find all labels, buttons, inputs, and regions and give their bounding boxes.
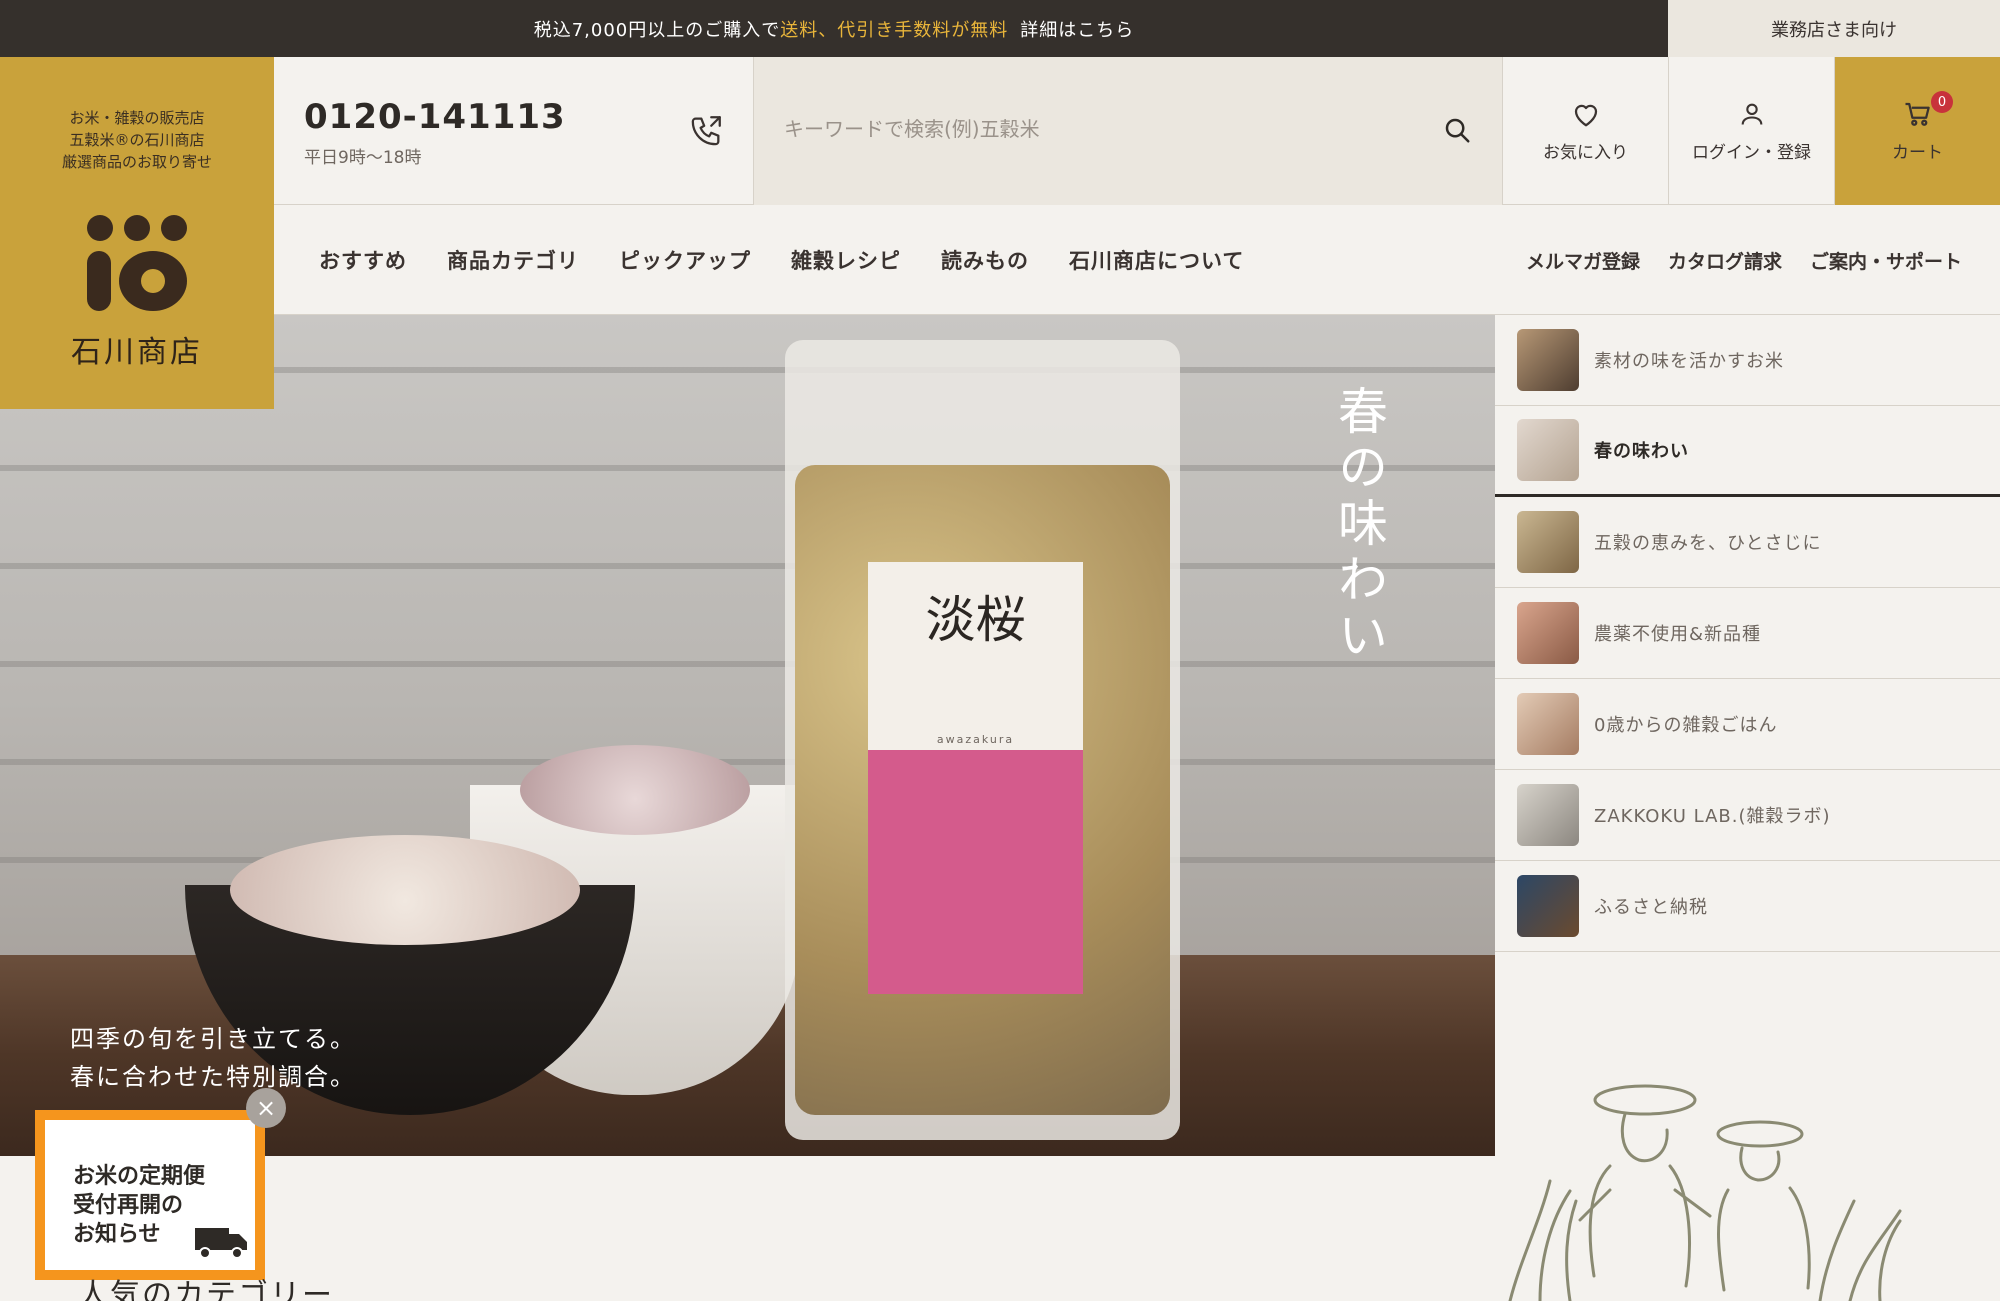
nav-item-recipes[interactable]: 雑穀レシピ bbox=[791, 245, 901, 275]
logo-tagline-line: お米・雑穀の販売店 bbox=[69, 109, 205, 127]
user-icon bbox=[1741, 103, 1762, 125]
hero-caption: 四季の旬を引き立てる。 春に合わせた特別調合。 bbox=[70, 1020, 356, 1096]
feature-label: 春の味わい bbox=[1594, 441, 1689, 462]
product-label-name: 淡桜 bbox=[925, 591, 1026, 649]
cart-count-badge: 0 bbox=[1931, 91, 1953, 113]
feature-thumbnail bbox=[1517, 875, 1579, 937]
feature-item[interactable]: ふるさと納税 bbox=[1495, 861, 2000, 952]
main-navigation: おすすめ 商品カテゴリ ピックアップ 雑穀レシピ 読みもの 石川商店について メ… bbox=[274, 205, 2000, 315]
feature-list: 素材の味を活かすお米 春の味わい 五穀の恵みを、ひとさじに 農薬不使用&新品種 … bbox=[1495, 315, 2000, 952]
nav-item-pickup[interactable]: ピックアップ bbox=[619, 245, 751, 275]
feature-item-active[interactable]: 春の味わい bbox=[1495, 406, 2000, 497]
hero-banner[interactable]: 淡桜 awazakura 春の味わい 四季の旬を引き立てる。 春に合わせた特別調… bbox=[0, 315, 1495, 1156]
login-label: ログイン・登録 bbox=[1692, 142, 1811, 163]
hero-caption-line: 四季の旬を引き立てる。 bbox=[70, 1025, 356, 1053]
hero-caption-line: 春に合わせた特別調合。 bbox=[70, 1063, 356, 1091]
feature-thumbnail bbox=[1517, 419, 1579, 481]
favorites-label: お気に入り bbox=[1543, 142, 1628, 163]
heart-icon bbox=[1574, 104, 1597, 126]
popular-categories-heading: 人気のカテゴリー bbox=[78, 1278, 334, 1301]
popup-close-button[interactable]: × bbox=[246, 1088, 286, 1128]
product-label-roman: awazakura bbox=[936, 733, 1015, 746]
phone-number[interactable]: 0120-141113 bbox=[304, 97, 566, 137]
logo-mark-icon bbox=[87, 215, 187, 311]
rice-image bbox=[230, 835, 580, 945]
phone-hours: 平日9時〜18時 bbox=[304, 148, 422, 168]
search-box bbox=[753, 57, 1503, 205]
feature-label: 五穀の恵みを、ひとさじに bbox=[1594, 533, 1822, 554]
nav-item-articles[interactable]: 読みもの bbox=[941, 245, 1029, 275]
subscription-notice-popup[interactable]: お米の定期便 受付再開の お知らせ bbox=[35, 1110, 265, 1280]
nav-item-categories[interactable]: 商品カテゴリ bbox=[447, 245, 579, 275]
feature-item[interactable]: 農薬不使用&新品種 bbox=[1495, 588, 2000, 679]
top-announcement-bar: 税込7,000円以上のご購入で 送料、代引き手数料が無料 詳細はこちら 業務店さ… bbox=[0, 0, 2000, 57]
login-button[interactable]: ログイン・登録 bbox=[1669, 57, 1835, 205]
feature-label: 農薬不使用&新品種 bbox=[1594, 624, 1762, 645]
shipping-notice-prefix: 税込7,000円以上のご購入で bbox=[533, 19, 781, 41]
popup-text-line: お米の定期便 bbox=[73, 1164, 206, 1189]
feature-label: ZAKKOKU LAB.(雑穀ラボ) bbox=[1594, 806, 1831, 827]
feature-label: 素材の味を活かすお米 bbox=[1594, 351, 1784, 372]
business-customers-link[interactable]: 業務店さま向け bbox=[1668, 0, 2000, 57]
delivery-truck-icon bbox=[195, 1228, 247, 1259]
cart-icon bbox=[1905, 102, 1930, 126]
cart-label: カート bbox=[1892, 142, 1943, 163]
feature-thumbnail bbox=[1517, 693, 1579, 755]
feature-label: 0歳からの雑穀ごはん bbox=[1594, 715, 1778, 736]
secondary-nav: メルマガ登録 カタログ請求 ご案内・サポート bbox=[1526, 205, 1962, 315]
feature-thumbnail bbox=[1517, 602, 1579, 664]
nav-item-support[interactable]: ご案内・サポート bbox=[1810, 247, 1962, 274]
farmers-illustration bbox=[1508, 1084, 1902, 1301]
search-icon[interactable] bbox=[1442, 115, 1472, 145]
nav-item-about[interactable]: 石川商店について bbox=[1069, 245, 1244, 275]
header: 0120-141113 平日9時〜18時 お気に入り ログイン・登録 0 カート bbox=[274, 57, 2000, 205]
logo-tagline-line: 厳選商品のお取り寄せ bbox=[61, 153, 212, 171]
feature-label: ふるさと納税 bbox=[1594, 897, 1708, 918]
nav-item-newsletter[interactable]: メルマガ登録 bbox=[1526, 247, 1640, 274]
cart-button[interactable]: 0 カート bbox=[1835, 57, 2000, 205]
shipping-details-link[interactable]: 詳細はこちら bbox=[1020, 16, 1134, 42]
feature-item[interactable]: 素材の味を活かすお米 bbox=[1495, 315, 2000, 406]
search-input[interactable] bbox=[784, 107, 1424, 151]
nav-item-recommended[interactable]: おすすめ bbox=[319, 245, 407, 275]
feature-item[interactable]: ZAKKOKU LAB.(雑穀ラボ) bbox=[1495, 770, 2000, 861]
rice-image bbox=[520, 745, 750, 835]
site-logo[interactable]: お米・雑穀の販売店 五穀米®の石川商店 厳選商品のお取り寄せ 石川商店 bbox=[0, 57, 274, 409]
feature-thumbnail bbox=[1517, 784, 1579, 846]
shipping-notice[interactable]: 税込7,000円以上のご購入で 送料、代引き手数料が無料 詳細はこちら bbox=[0, 0, 1668, 57]
logo-tagline-line: 五穀米®の石川商店 bbox=[69, 131, 205, 149]
phone-contact: 0120-141113 平日9時〜18時 bbox=[274, 57, 753, 205]
logo-tagline: お米・雑穀の販売店 五穀米®の石川商店 厳選商品のお取り寄せ bbox=[62, 107, 212, 173]
product-label-band bbox=[868, 750, 1083, 994]
nav-item-catalog[interactable]: カタログ請求 bbox=[1668, 247, 1782, 274]
feature-item[interactable]: 0歳からの雑穀ごはん bbox=[1495, 679, 2000, 770]
favorites-button[interactable]: お気に入り bbox=[1503, 57, 1669, 205]
primary-nav: おすすめ 商品カテゴリ ピックアップ 雑穀レシピ 読みもの 石川商店について bbox=[319, 205, 1244, 315]
logo-name: 石川商店 bbox=[71, 335, 203, 370]
popup-text-line: 受付再開の bbox=[73, 1193, 184, 1218]
phone-icon[interactable] bbox=[690, 113, 724, 147]
feature-thumbnail bbox=[1517, 329, 1579, 391]
shipping-notice-highlight: 送料、代引き手数料が無料 bbox=[780, 19, 1009, 41]
hero-title: 春の味わい bbox=[1330, 385, 1388, 665]
feature-thumbnail bbox=[1517, 511, 1579, 573]
feature-item[interactable]: 五穀の恵みを、ひとさじに bbox=[1495, 497, 2000, 588]
